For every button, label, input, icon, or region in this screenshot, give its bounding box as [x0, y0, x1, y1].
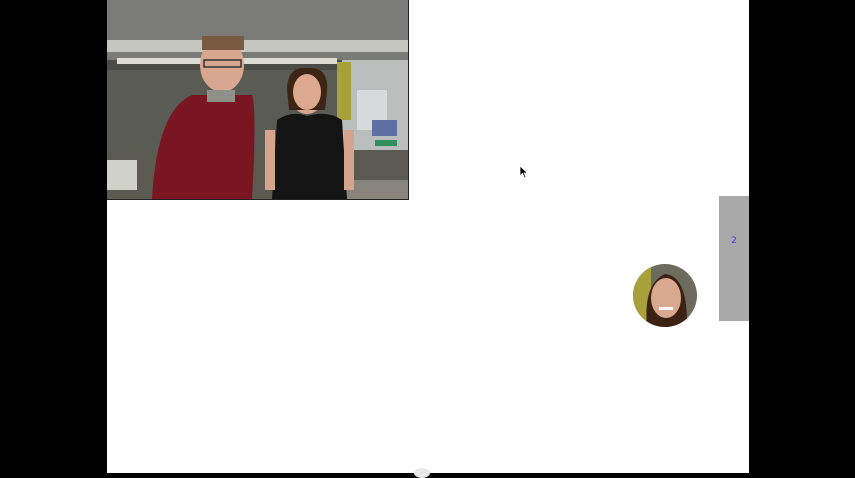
left-letterbox [0, 0, 107, 473]
right-letterbox [749, 0, 855, 473]
bottom-indicator [414, 468, 430, 478]
mouse-pointer-icon [519, 165, 529, 179]
side-tab-label: 2 [731, 236, 737, 246]
remote-video-feed[interactable] [107, 0, 409, 200]
side-panel-tab[interactable]: 2 [719, 196, 749, 321]
self-view-avatar[interactable] [633, 264, 697, 327]
